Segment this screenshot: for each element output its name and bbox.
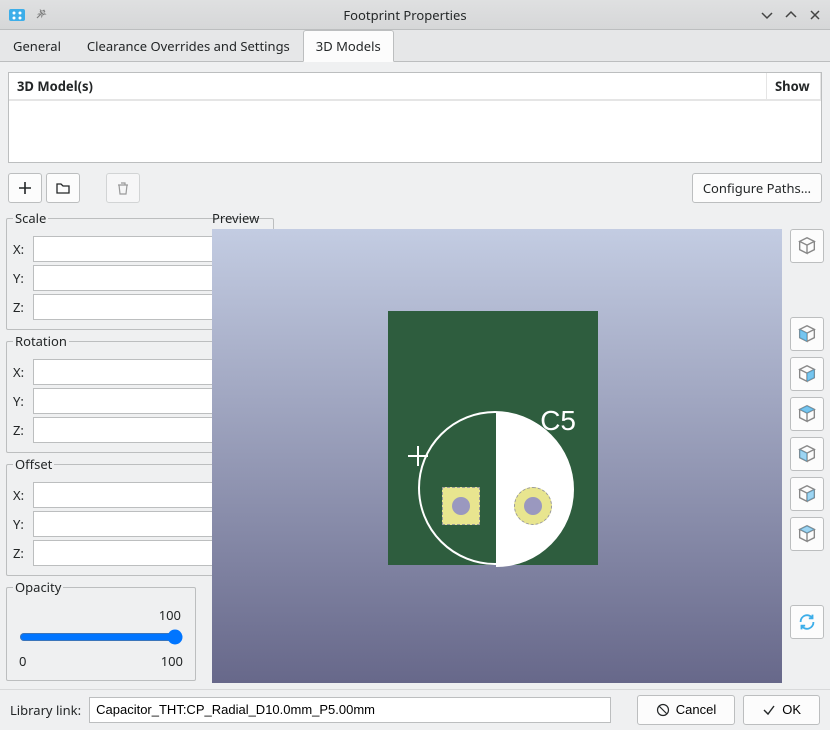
scale-z-input[interactable] bbox=[33, 294, 219, 320]
add-button[interactable] bbox=[8, 173, 42, 203]
opacity-group: Opacity 100 0 100 bbox=[6, 578, 196, 681]
pad-2 bbox=[514, 487, 552, 525]
scale-z-label: Z: bbox=[13, 298, 29, 316]
window-controls bbox=[760, 8, 822, 22]
rot-y-label: Y: bbox=[13, 392, 29, 410]
window-title: Footprint Properties bbox=[50, 6, 760, 24]
preview-canvas[interactable]: C5 bbox=[212, 229, 782, 683]
view-top-button[interactable] bbox=[790, 477, 824, 511]
minimize-button[interactable] bbox=[760, 8, 774, 22]
scale-x-label: X: bbox=[13, 240, 29, 258]
lib-link-label: Library link: bbox=[10, 701, 81, 719]
rot-x-input[interactable] bbox=[33, 359, 219, 385]
browse-button[interactable] bbox=[46, 173, 80, 203]
opacity-slider[interactable] bbox=[19, 629, 183, 645]
off-x-label: X: bbox=[13, 486, 29, 504]
lib-link-input[interactable] bbox=[89, 697, 611, 723]
opacity-value: 100 bbox=[19, 606, 181, 624]
app-icon bbox=[8, 6, 26, 24]
pad-1 bbox=[442, 487, 480, 525]
view-back-button[interactable] bbox=[790, 437, 824, 471]
offset-title: Offset bbox=[13, 455, 54, 473]
models-toolbar: Configure Paths… bbox=[6, 169, 824, 203]
ok-label: OK bbox=[782, 702, 801, 717]
page-content: 3D Model(s) Show Configure Paths… Scale … bbox=[0, 62, 830, 689]
left-panels: Scale X:−+ Y:−+ Z:−+ Rotation X:−+ Y:−+ … bbox=[6, 209, 196, 683]
scale-x-input[interactable] bbox=[33, 236, 219, 262]
view-right-button[interactable] bbox=[790, 357, 824, 391]
off-y-label: Y: bbox=[13, 515, 29, 533]
rot-x-label: X: bbox=[13, 363, 29, 381]
preview-column: Preview C5 bbox=[212, 209, 824, 683]
off-z-input[interactable] bbox=[33, 540, 219, 566]
opacity-title: Opacity bbox=[13, 578, 63, 596]
off-y-input[interactable] bbox=[33, 511, 219, 537]
rot-z-label: Z: bbox=[13, 421, 29, 439]
tab-general[interactable]: General bbox=[0, 30, 74, 62]
view-left-button[interactable] bbox=[790, 317, 824, 351]
cancel-button[interactable]: Cancel bbox=[637, 695, 735, 725]
opacity-min: 0 bbox=[19, 652, 26, 670]
rot-z-input[interactable] bbox=[33, 417, 219, 443]
rotation-title: Rotation bbox=[13, 332, 69, 350]
view-front-button[interactable] bbox=[790, 397, 824, 431]
col-header-models: 3D Model(s) bbox=[9, 73, 767, 99]
close-button[interactable] bbox=[808, 8, 822, 22]
scale-title: Scale bbox=[13, 209, 48, 227]
off-z-label: Z: bbox=[13, 544, 29, 562]
scale-y-label: Y: bbox=[13, 269, 29, 287]
polarity-plus-icon bbox=[408, 446, 428, 466]
view-bottom-button[interactable] bbox=[790, 517, 824, 551]
ok-button[interactable]: OK bbox=[743, 695, 820, 725]
rot-y-input[interactable] bbox=[33, 388, 219, 414]
configure-paths-button[interactable]: Configure Paths… bbox=[692, 173, 822, 203]
models-table[interactable]: 3D Model(s) Show bbox=[8, 72, 822, 163]
footer: Library link: Cancel OK bbox=[0, 689, 830, 729]
preview-label: Preview bbox=[212, 209, 824, 229]
reload-button[interactable] bbox=[790, 605, 824, 639]
preview-toolbar bbox=[790, 229, 824, 683]
tab-clearance[interactable]: Clearance Overrides and Settings bbox=[74, 30, 303, 62]
col-header-show: Show bbox=[767, 73, 821, 99]
component-ref: C5 bbox=[540, 405, 576, 437]
pcb-board: C5 bbox=[388, 311, 598, 565]
titlebar: Footprint Properties bbox=[0, 0, 830, 30]
opacity-max: 100 bbox=[161, 652, 183, 670]
scale-y-input[interactable] bbox=[33, 265, 219, 291]
tab-3d-models[interactable]: 3D Models bbox=[303, 30, 394, 62]
iso-view-button[interactable] bbox=[790, 229, 824, 263]
delete-button[interactable] bbox=[106, 173, 140, 203]
cancel-label: Cancel bbox=[676, 702, 716, 717]
maximize-button[interactable] bbox=[784, 8, 798, 22]
tabbar: General Clearance Overrides and Settings… bbox=[0, 30, 830, 62]
pin-icon[interactable] bbox=[34, 7, 50, 23]
off-x-input[interactable] bbox=[33, 482, 219, 508]
